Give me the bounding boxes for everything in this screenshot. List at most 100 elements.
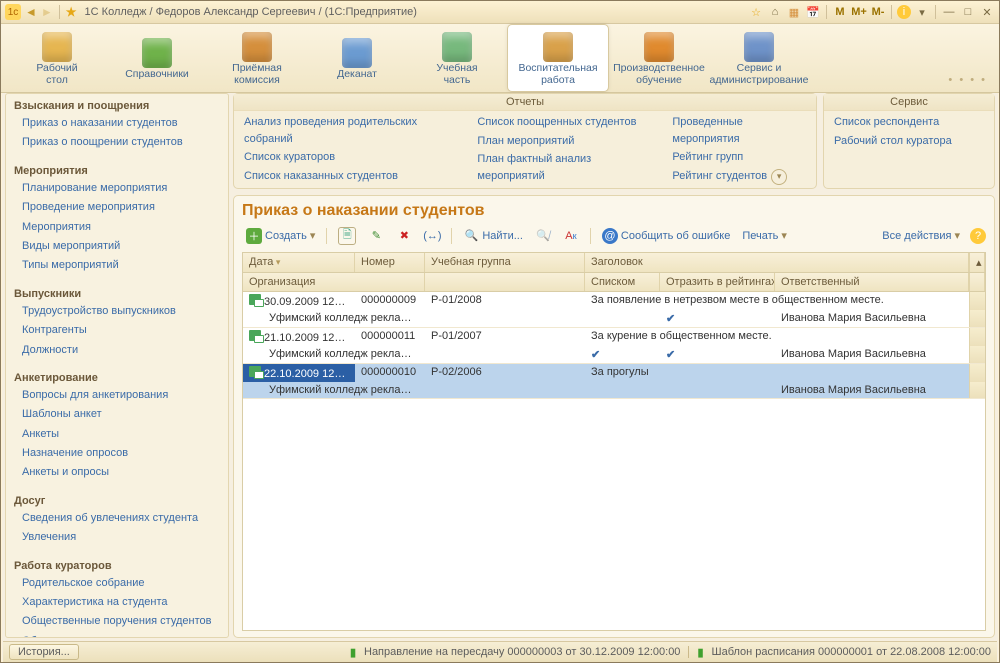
sidebar-item[interactable]: Увлечения xyxy=(6,528,228,547)
documents-grid[interactable]: Дата Номер Учебная группа Заголовок ▴ Ор… xyxy=(242,252,986,632)
swap-button[interactable]: (↔) xyxy=(420,227,444,245)
sidebar-item[interactable]: Виды мероприятий xyxy=(6,237,228,256)
sidebar-item[interactable]: Вопросы для анкетирования xyxy=(6,386,228,405)
table-row[interactable]: 22.10.2009 12:0…000000010Р-02/2006За про… xyxy=(243,364,985,399)
tool-prod[interactable]: Производственноеобучение xyxy=(609,24,709,92)
sidebar-section: Досуг xyxy=(6,491,228,509)
fav-icon[interactable]: ☆ xyxy=(748,5,764,19)
home-icon[interactable]: ⌂ xyxy=(767,5,783,19)
sidebar-item[interactable]: Проведение мероприятия xyxy=(6,198,228,217)
sidebar-item[interactable]: Должности xyxy=(6,341,228,360)
service-link[interactable]: Рабочий стол куратора xyxy=(834,133,952,150)
sidebar-item[interactable]: Мероприятия xyxy=(6,218,228,237)
report-link[interactable]: План фактный анализ мероприятий xyxy=(477,151,652,184)
create-button[interactable]: ＋Создать ▾ xyxy=(242,227,319,245)
find-button[interactable]: 🔍Найти... xyxy=(459,227,527,245)
col-date[interactable]: Дата xyxy=(243,253,355,272)
sidebar-item[interactable]: Планирование мероприятия xyxy=(6,179,228,198)
table-row[interactable]: 21.10.2009 12:0…000000011Р-01/2007За кур… xyxy=(243,328,985,364)
info-icon[interactable]: i xyxy=(897,5,911,19)
status-flag1-icon: ▮ xyxy=(350,646,356,659)
m-button[interactable]: M xyxy=(832,5,848,19)
report-link[interactable]: Рейтинг студентов▾ xyxy=(672,168,806,185)
tool-refs[interactable]: Справочники xyxy=(107,24,207,92)
report-link[interactable]: Проведенные мероприятия xyxy=(672,114,806,147)
print-button[interactable]: Печать ▾ xyxy=(738,228,791,243)
col-group[interactable]: Учебная группа xyxy=(425,253,585,272)
sidebar-item[interactable]: Анкеты и опросы xyxy=(6,463,228,482)
sidebar-section: Работа кураторов xyxy=(6,556,228,574)
delete-button[interactable]: ✖ xyxy=(392,227,416,245)
tool-service[interactable]: Сервис иадминистрирование xyxy=(709,24,809,92)
maximize-icon[interactable]: □ xyxy=(960,5,976,19)
edit-button[interactable]: ✎ xyxy=(364,227,388,245)
col-rating[interactable]: Отразить в рейтингах xyxy=(660,273,775,291)
app-icon: 1c xyxy=(5,4,21,20)
m-plus-button[interactable]: M+ xyxy=(851,5,867,19)
status-msg-1: Направление на пересдачу 000000003 от 30… xyxy=(364,646,680,658)
col-group-2 xyxy=(425,273,585,291)
status-msg-2: Шаблон расписания 000000001 от 22.08.200… xyxy=(712,646,992,658)
sidebar-item[interactable]: Назначение опросов xyxy=(6,444,228,463)
copy-button[interactable]: 🗎 xyxy=(334,226,360,246)
clear-find-button[interactable]: 🔍̸ xyxy=(531,227,555,245)
sidebar-item[interactable]: Общественные поручения xyxy=(6,632,228,637)
service-link[interactable]: Список респондента xyxy=(834,114,952,131)
sidebar-item[interactable]: Типы мероприятий xyxy=(6,256,228,275)
history-button[interactable]: История... xyxy=(9,644,79,660)
table-row[interactable]: 30.09.2009 12:0…000000009Р-01/2008За поя… xyxy=(243,292,985,328)
calc-icon[interactable]: ▦ xyxy=(786,5,802,19)
minimize-icon[interactable]: — xyxy=(941,5,957,19)
nav-fwd-icon[interactable]: ► xyxy=(41,5,53,19)
service-panel-title: Сервис xyxy=(824,94,994,111)
sidebar-item[interactable]: Общественные поручения студентов xyxy=(6,612,228,631)
sidebar-item[interactable]: Родительское собрание xyxy=(6,574,228,593)
sidebar-section: Анкетирование xyxy=(6,368,228,386)
col-scroll-up-icon[interactable]: ▴ xyxy=(969,253,985,272)
filter-button[interactable]: Aк xyxy=(559,227,583,245)
col-resp[interactable]: Ответственный xyxy=(775,273,969,291)
report-link[interactable]: Список наказанных студентов xyxy=(244,168,457,185)
nav-back-icon[interactable]: ◄ xyxy=(25,5,37,19)
sidebar-item[interactable]: Контрагенты xyxy=(6,321,228,340)
m-minus-button[interactable]: M- xyxy=(870,5,886,19)
tool-desktop[interactable]: Рабочийстол xyxy=(7,24,107,92)
report-link[interactable]: Список кураторов xyxy=(244,149,457,166)
sidebar-item[interactable]: Характеристика на студента xyxy=(6,593,228,612)
sidebar-item[interactable]: Сведения об увлечениях студента xyxy=(6,509,228,528)
dropdown-icon[interactable]: ▾ xyxy=(914,5,930,19)
sidebar-section: Выпускники xyxy=(6,284,228,302)
window-title: 1С Колледж / Федоров Александр Сергеевич… xyxy=(85,6,417,18)
status-flag2-icon: ▮ xyxy=(697,646,703,659)
expand-icon[interactable]: ▾ xyxy=(771,169,787,185)
main-card: Приказ о наказании студентов ＋Создать ▾ … xyxy=(233,195,995,639)
toolbar-more-icon[interactable]: • • • • xyxy=(942,68,993,92)
status-bar: История... ▮ Направление на пересдачу 00… xyxy=(3,641,997,662)
tool-admission[interactable]: Приёмнаякомиссия xyxy=(207,24,307,92)
close-icon[interactable]: ✕ xyxy=(979,5,995,19)
sidebar-item[interactable]: Анкеты xyxy=(6,425,228,444)
report-link[interactable]: План мероприятий xyxy=(477,133,652,150)
reports-panel-title: Отчеты xyxy=(234,94,816,111)
all-actions-button[interactable]: Все действия ▾ xyxy=(878,228,964,243)
calendar-icon[interactable]: 📅 xyxy=(805,5,821,19)
sidebar-item[interactable]: Трудоустройство выпускников xyxy=(6,302,228,321)
sidebar-item[interactable]: Приказ о наказании студентов xyxy=(6,114,228,133)
col-number[interactable]: Номер xyxy=(355,253,425,272)
col-org[interactable]: Организация xyxy=(243,273,425,291)
reports-panel: Отчеты Анализ проведения родительских со… xyxy=(233,93,817,189)
title-bar: 1c ◄ ► ★ 1С Колледж / Федоров Александр … xyxy=(1,1,999,24)
col-list[interactable]: Списком xyxy=(585,273,660,291)
report-link[interactable]: Анализ проведения родительских собраний xyxy=(244,114,457,147)
report-error-button[interactable]: @Сообщить об ошибке xyxy=(598,227,734,245)
star-icon[interactable]: ★ xyxy=(66,5,77,19)
sidebar-item[interactable]: Шаблоны анкет xyxy=(6,405,228,424)
tool-dean[interactable]: Деканат xyxy=(307,24,407,92)
col-header[interactable]: Заголовок xyxy=(585,253,969,272)
report-link[interactable]: Рейтинг групп xyxy=(672,149,806,166)
help-icon[interactable]: ? xyxy=(970,228,986,244)
report-link[interactable]: Список поощренных студентов xyxy=(477,114,652,131)
tool-education[interactable]: Воспитательнаяработа xyxy=(507,24,609,92)
sidebar-item[interactable]: Приказ о поощрении студентов xyxy=(6,133,228,152)
tool-studies[interactable]: Учебнаячасть xyxy=(407,24,507,92)
